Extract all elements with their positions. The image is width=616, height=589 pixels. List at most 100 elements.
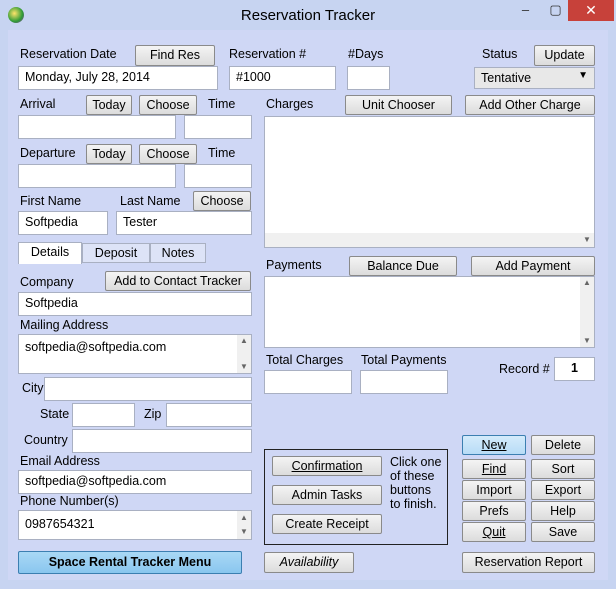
zip-label: Zip bbox=[144, 407, 162, 421]
city-field[interactable] bbox=[44, 377, 252, 401]
arrival-time-label: Time bbox=[208, 97, 236, 111]
payments-list[interactable]: ▲ ▼ bbox=[264, 276, 595, 348]
add-other-charge-button[interactable]: Add Other Charge bbox=[465, 95, 595, 115]
tab-notes[interactable]: Notes bbox=[150, 243, 206, 263]
scroll-up-icon[interactable]: ▲ bbox=[580, 277, 594, 289]
departure-label: Departure bbox=[20, 146, 76, 160]
finish-hint-line: buttons bbox=[390, 483, 432, 497]
company-field[interactable]: Softpedia bbox=[18, 292, 252, 316]
reservation-number-label: Reservation # bbox=[229, 47, 307, 61]
finish-hint-line: of these bbox=[390, 469, 435, 483]
maximize-button[interactable]: ▢ bbox=[541, 0, 570, 21]
phone-label: Phone Number(s) bbox=[20, 494, 119, 508]
total-charges-field[interactable] bbox=[264, 370, 352, 394]
company-label: Company bbox=[20, 275, 74, 289]
tab-details[interactable]: Details bbox=[18, 242, 82, 264]
reservation-report-button[interactable]: Reservation Report bbox=[462, 552, 595, 573]
country-field[interactable] bbox=[72, 429, 252, 453]
email-field[interactable]: softpedia@softpedia.com bbox=[18, 470, 252, 494]
status-select[interactable]: Tentative ▼ bbox=[474, 67, 595, 89]
minimize-button[interactable]: – bbox=[511, 0, 540, 21]
first-name-label: First Name bbox=[20, 194, 82, 208]
phone-scrollbar[interactable]: ▲ ▼ bbox=[237, 511, 251, 539]
space-rental-tracker-menu-button[interactable]: Space Rental Tracker Menu bbox=[18, 551, 242, 574]
finish-hint: Click one of these buttons to finish. bbox=[390, 455, 441, 511]
days-label: #Days bbox=[348, 47, 384, 61]
scroll-up-icon[interactable]: ▲ bbox=[237, 335, 251, 347]
chevron-down-icon: ▼ bbox=[578, 70, 588, 81]
sort-button[interactable]: Sort bbox=[531, 459, 595, 479]
departure-time-label: Time bbox=[208, 146, 236, 160]
new-label: New bbox=[481, 438, 507, 452]
charges-horizontal-scrollbar[interactable]: ▼ bbox=[265, 233, 594, 247]
finish-hint-line: Click one bbox=[390, 455, 442, 469]
quit-button[interactable]: Quit bbox=[462, 522, 526, 542]
find-button[interactable]: Find bbox=[462, 459, 526, 479]
update-button[interactable]: Update bbox=[534, 45, 595, 66]
payments-scrollbar[interactable]: ▲ ▼ bbox=[580, 277, 594, 347]
find-res-button[interactable]: Find Res bbox=[135, 45, 215, 66]
choose-contact-button[interactable]: Choose bbox=[193, 191, 251, 211]
tab-deposit[interactable]: Deposit bbox=[82, 243, 150, 263]
reservation-number-field[interactable]: #1000 bbox=[229, 66, 336, 90]
departure-time-field[interactable] bbox=[184, 164, 252, 188]
state-field[interactable] bbox=[72, 403, 135, 427]
departure-choose-button[interactable]: Choose bbox=[139, 144, 197, 164]
phone-field[interactable]: 0987654321 ▲ ▼ bbox=[18, 510, 252, 540]
departure-today-button[interactable]: Today bbox=[86, 144, 132, 164]
status-select-value: Tentative bbox=[481, 71, 532, 85]
mailing-address-field[interactable]: softpedia@softpedia.com ▲ ▼ bbox=[18, 334, 252, 374]
scroll-down-icon[interactable]: ▼ bbox=[237, 361, 251, 373]
last-name-field[interactable]: Tester bbox=[116, 211, 252, 235]
prefs-button[interactable]: Prefs bbox=[462, 501, 526, 521]
city-label: City bbox=[22, 381, 44, 395]
scroll-down-icon[interactable]: ▼ bbox=[580, 335, 594, 347]
add-to-contact-tracker-button[interactable]: Add to Contact Tracker bbox=[105, 271, 251, 291]
country-label: Country bbox=[24, 433, 68, 447]
arrival-label: Arrival bbox=[20, 97, 56, 111]
find-label: Find bbox=[481, 462, 507, 476]
mailing-scrollbar[interactable]: ▲ ▼ bbox=[237, 335, 251, 373]
reservation-date-field[interactable]: Monday, July 28, 2014 bbox=[18, 66, 218, 90]
arrival-date-field[interactable] bbox=[18, 115, 176, 139]
add-payment-button[interactable]: Add Payment bbox=[471, 256, 595, 276]
new-button[interactable]: New bbox=[462, 435, 526, 455]
phone-text: 0987654321 bbox=[25, 517, 95, 531]
window-frame-right bbox=[608, 30, 616, 589]
record-number-label: Record # bbox=[499, 362, 550, 376]
charges-list[interactable]: ▼ bbox=[264, 116, 595, 248]
mailing-address-label: Mailing Address bbox=[20, 318, 109, 332]
scroll-down-icon[interactable]: ▼ bbox=[237, 526, 251, 538]
admin-tasks-button[interactable]: Admin Tasks bbox=[272, 485, 382, 505]
finish-hint-line: to finish. bbox=[390, 497, 437, 511]
delete-button[interactable]: Delete bbox=[531, 435, 595, 455]
mailing-address-text: softpedia@softpedia.com bbox=[25, 340, 167, 354]
balance-due-button[interactable]: Balance Due bbox=[349, 256, 457, 276]
import-button[interactable]: Import bbox=[462, 480, 526, 500]
availability-button[interactable]: Availability bbox=[264, 552, 354, 573]
scroll-up-icon[interactable]: ▲ bbox=[237, 512, 251, 524]
record-number-field[interactable]: 1 bbox=[554, 357, 595, 381]
zip-field[interactable] bbox=[166, 403, 252, 427]
payments-label: Payments bbox=[266, 258, 322, 272]
days-field[interactable] bbox=[347, 66, 390, 90]
total-payments-field[interactable] bbox=[360, 370, 448, 394]
first-name-field[interactable]: Softpedia bbox=[18, 211, 108, 235]
window-frame-bottom bbox=[0, 580, 616, 589]
confirmation-label: Confirmation bbox=[291, 459, 363, 473]
title-bar: Reservation Tracker – ▢ ✕ bbox=[0, 0, 616, 30]
charges-label: Charges bbox=[266, 97, 314, 111]
arrival-time-field[interactable] bbox=[184, 115, 252, 139]
last-name-label: Last Name bbox=[120, 194, 181, 208]
export-button[interactable]: Export bbox=[531, 480, 595, 500]
confirmation-button[interactable]: Confirmation bbox=[272, 456, 382, 476]
unit-chooser-button[interactable]: Unit Chooser bbox=[345, 95, 452, 115]
arrival-choose-button[interactable]: Choose bbox=[139, 95, 197, 115]
create-receipt-button[interactable]: Create Receipt bbox=[272, 514, 382, 534]
scroll-down-icon[interactable]: ▼ bbox=[580, 234, 594, 246]
save-button[interactable]: Save bbox=[531, 522, 595, 542]
departure-date-field[interactable] bbox=[18, 164, 176, 188]
arrival-today-button[interactable]: Today bbox=[86, 95, 132, 115]
close-button[interactable]: ✕ bbox=[568, 0, 614, 21]
help-button[interactable]: Help bbox=[531, 501, 595, 521]
